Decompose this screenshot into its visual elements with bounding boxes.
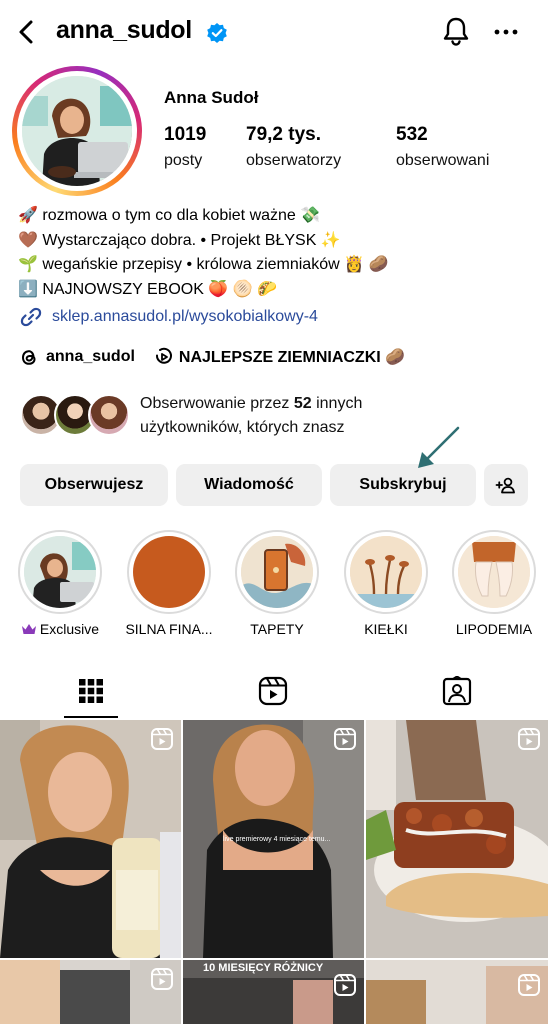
tagged-icon [442, 676, 472, 706]
following-button[interactable]: Obserwujesz [20, 464, 168, 506]
stat-posts-value: 1019 [164, 124, 207, 145]
mutual-line2: użytkowników, których znasz [140, 419, 345, 436]
profile-avatar[interactable] [12, 66, 142, 196]
stat-followers-value: 79,2 tys. [246, 124, 321, 145]
highlight-tapety[interactable]: TAPETY [234, 530, 320, 637]
add-user-button[interactable] [484, 464, 528, 506]
grid-post[interactable] [366, 960, 548, 1024]
grid-post[interactable]: live premierowy 4 miesiące temu... [183, 720, 364, 958]
stat-posts-label: posty [164, 152, 203, 169]
bio-line: 🤎 Wystarczająco dobra. • Projekt BŁYSK ✨ [18, 231, 341, 249]
tab-grid[interactable] [0, 664, 182, 718]
mutual-avatars [20, 394, 132, 438]
reel-badge-icon [518, 728, 540, 750]
reel-badge-icon [151, 728, 173, 750]
highlight-label-text: KIEŁKI [364, 621, 408, 637]
highlight-label: LIPODEMIA [451, 621, 537, 637]
profile-tabs [0, 664, 548, 718]
highlight-label-text: LIPODEMIA [455, 621, 533, 637]
grid-post[interactable] [0, 720, 181, 958]
tab-reels[interactable] [182, 664, 364, 718]
message-button[interactable]: Wiadomość [176, 464, 322, 506]
more-options-icon[interactable] [492, 22, 520, 42]
stat-following-label: obserwowani [396, 152, 490, 169]
profile-username: anna_sudol [56, 16, 192, 44]
bio-link[interactable]: sklep.annasudol.pl/wysokobialkowy-4 [20, 306, 318, 328]
reel-badge-icon [334, 974, 356, 996]
bio-link-text[interactable]: sklep.annasudol.pl/wysokobialkowy-4 [52, 308, 318, 326]
posts-grid: live premierowy 4 miesiące temu... 10 MI… [0, 720, 548, 1024]
bio-line: 🚀 rozmowa o tym co dla kobiet ważne 💸 [18, 207, 321, 224]
bell-icon[interactable] [440, 14, 472, 48]
reels-collection-icon [155, 347, 172, 364]
profile-display-name: Anna Sudoł [164, 88, 259, 107]
mutual-followers-text: Obserwowanie przez 52 innych użytkownikó… [140, 392, 362, 440]
reel-badge-icon [151, 968, 173, 990]
profile-bio: 🚀 rozmowa o tym co dla kobiet ważne 💸 🤎 … [18, 204, 538, 302]
stat-followers-label: obserwatorzy [246, 152, 342, 169]
crown-icon [21, 624, 36, 634]
back-arrow-icon[interactable] [12, 16, 42, 48]
threads-icon[interactable] [18, 346, 40, 368]
threads-handle[interactable]: anna_sudol [46, 348, 135, 366]
stat-posts[interactable]: 1019 posty [164, 124, 206, 170]
reels-collection-label[interactable]: NAJLEPSZE ZIEMNIACZKI 🥔 [179, 347, 405, 367]
mutual-prefix: Obserwowanie przez [140, 395, 294, 412]
verified-badge-icon [207, 23, 227, 43]
reel-badge-icon [334, 728, 356, 750]
grid-post[interactable] [366, 720, 548, 958]
highlight-kielki[interactable]: KIEŁKI [343, 530, 429, 637]
highlight-silna-finansowo[interactable]: SILNA FINA... [125, 530, 213, 637]
avatar [88, 394, 130, 436]
grid-overlay-text: live premierowy 4 miesiące temu... [223, 836, 331, 843]
reel-badge-icon [518, 974, 540, 996]
mutual-count: 52 [293, 395, 312, 412]
mutual-suffix: innych [311, 395, 363, 412]
grid-overlay-text: 10 MIESIĘCY RÓŻNICY [203, 962, 324, 974]
highlight-label-text: Exclusive [39, 621, 100, 637]
threads-row: anna_sudol NAJLEPSZE ZIEMNIACZKI 🥔 [18, 346, 405, 368]
annotation-arrow [418, 426, 460, 468]
highlight-label-text: SILNA FINA... [125, 621, 213, 637]
highlight-label: SILNA FINA... [125, 621, 213, 637]
stat-followers[interactable]: 79,2 tys. obserwatorzy [246, 124, 341, 170]
tab-tagged[interactable] [366, 664, 548, 718]
add-person-icon [495, 477, 515, 494]
stat-following-value: 532 [396, 124, 428, 145]
highlight-exclusive[interactable]: Exclusive [17, 530, 103, 637]
bio-line: ⬇️ NAJNOWSZY EBOOK 🍑 🫓 🌮 [18, 280, 277, 298]
grid-post[interactable]: 10 MIESIĘCY RÓŻNICY [183, 960, 364, 1024]
highlight-label: TAPETY [234, 621, 320, 637]
reels-icon [258, 676, 288, 706]
profile-header: anna_sudol [0, 0, 548, 64]
highlight-lipodemia[interactable]: LIPODEMIA [451, 530, 537, 637]
link-icon [20, 307, 42, 327]
highlight-label: KIEŁKI [343, 621, 429, 637]
highlight-label: Exclusive [17, 621, 103, 637]
stat-following[interactable]: 532 obserwowani [396, 124, 489, 170]
grid-post[interactable] [0, 960, 181, 1024]
active-tab-indicator [64, 716, 118, 718]
bio-line: 🌱 wegańskie przepisy • królowa ziemniakó… [18, 256, 389, 273]
grid-icon [79, 679, 103, 703]
highlight-label-text: TAPETY [250, 621, 304, 637]
